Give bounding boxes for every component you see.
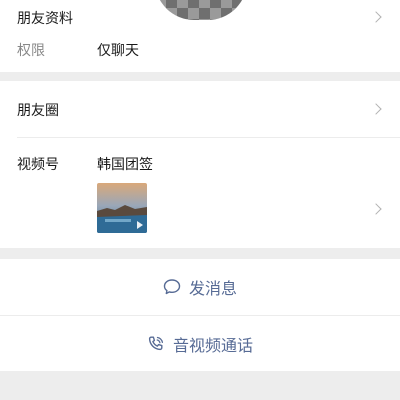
permission-value: 仅聊天 <box>97 43 139 59</box>
phone-call-icon <box>148 336 164 351</box>
channels-row[interactable]: 视频号 韩国团签 <box>0 138 400 248</box>
profile-info-label: 朋友资料 <box>17 11 73 27</box>
voice-video-call-button[interactable]: 音视频通话 <box>0 316 400 372</box>
send-message-button[interactable]: 发消息 <box>0 259 400 315</box>
channel-video-thumbnail[interactable] <box>97 183 147 233</box>
voice-video-call-label: 音视频通话 <box>172 336 253 355</box>
chat-bubble-icon <box>163 279 181 295</box>
actions-card: 发消息 音视频通话 <box>0 259 400 371</box>
permission-label: 权限 <box>17 43 45 59</box>
moments-row[interactable]: 朋友圈 <box>0 81 400 137</box>
permission-row[interactable]: 权限 仅聊天 <box>0 36 400 72</box>
moments-label: 朋友圈 <box>17 103 59 119</box>
channels-label: 视频号 <box>17 157 59 173</box>
chevron-right-icon <box>370 203 382 215</box>
play-icon <box>137 221 143 229</box>
chevron-right-icon <box>370 11 382 23</box>
social-card: 朋友圈 视频号 韩国团签 <box>0 81 400 248</box>
send-message-label: 发消息 <box>188 279 237 298</box>
chevron-right-icon <box>370 103 382 115</box>
channel-name: 韩国团签 <box>97 157 153 173</box>
